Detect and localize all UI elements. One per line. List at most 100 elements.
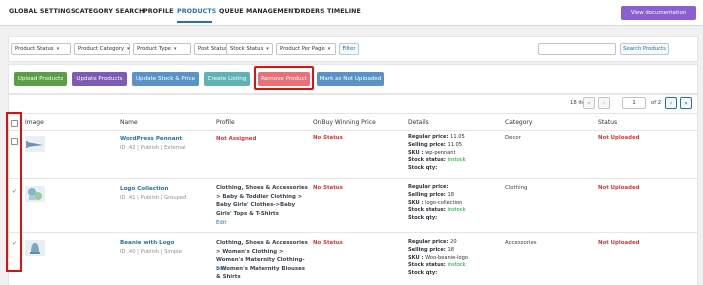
nav-separator: | [214, 8, 217, 15]
last-page-button[interactable]: » [680, 97, 692, 109]
stock-status-value: instock [445, 262, 466, 269]
chevron-down-icon: ▾ [173, 46, 177, 52]
prev-page-button[interactable]: ‹ [598, 97, 610, 109]
search-products-button[interactable]: Search Products [620, 43, 669, 55]
nav-queue-management[interactable]: QUEUE MANAGEMENT [219, 8, 298, 15]
selling-price-label: Selling price: [408, 141, 446, 148]
regular-price: 20 [448, 239, 457, 245]
product-thumbnail [25, 240, 45, 256]
column-header-category: Category [505, 119, 533, 126]
column-header-details: Details [408, 119, 429, 126]
nav-profile[interactable]: PROFILE [143, 8, 173, 15]
regular-price: 11.05 [448, 134, 465, 140]
product-meta: ID :41 | Publish | Grouped [120, 195, 187, 201]
update-stock-price-button[interactable]: Update Stock & Price [132, 72, 199, 86]
highlight-box [254, 66, 314, 90]
filter-label: Product Per Page [280, 46, 325, 52]
filter-button[interactable]: Filter [339, 43, 359, 55]
edit-profile-link[interactable]: Edit [216, 220, 226, 226]
nav-orders[interactable]: ORDERS [295, 8, 325, 15]
nav-separator: | [137, 8, 140, 15]
onbuy-status: No Status [313, 135, 343, 141]
top-navigation: GLOBAL SETTINGS | CATEGORY SEARCH | PROF… [0, 0, 703, 26]
product-meta: ID :42 | Publish | External [120, 145, 186, 151]
chevron-down-icon: ▾ [327, 46, 331, 52]
product-category-filter[interactable]: Product Category ▾ [74, 43, 130, 55]
table-divider [8, 232, 698, 233]
regular-price-label: Regular price: [408, 134, 449, 140]
highlight-box [6, 112, 22, 272]
nav-category-search[interactable]: CATEGORY SEARCH [75, 8, 144, 15]
product-per-page-filter[interactable]: Product Per Page ▾ [276, 43, 336, 55]
sku-label: SKU : [408, 199, 424, 206]
beanie-image [30, 243, 40, 254]
nav-global-settings[interactable]: GLOBAL SETTINGS [9, 8, 76, 15]
nav-timeline[interactable]: TIMELINE [327, 8, 361, 15]
next-page-button[interactable]: › [665, 97, 677, 109]
sku-value: Woo-beanie-logo [423, 254, 468, 261]
stock-status-filter[interactable]: Stock Status ▾ [226, 43, 273, 55]
nav-separator: | [322, 8, 325, 15]
stock-status-value: instock [445, 207, 466, 214]
column-header-status: Status [598, 119, 618, 126]
selling-price-label: Selling price: [408, 246, 446, 253]
product-name-link[interactable]: WordPress Pennant [120, 136, 182, 142]
product-type-filter[interactable]: Product Type ▾ [133, 43, 191, 55]
column-header-name[interactable]: Name [120, 119, 138, 126]
table-divider [8, 178, 698, 179]
stock-status-label: Stock status: [408, 157, 446, 164]
pennant-image [26, 141, 43, 148]
sku-value: wp-pennant [423, 149, 456, 156]
update-products-button[interactable]: Update Products [72, 72, 127, 86]
chevron-down-icon: ▾ [127, 46, 130, 52]
chevron-down-icon: ▾ [56, 46, 60, 52]
product-profile: Clothing, Shoes & Accessories > Baby & T… [216, 185, 308, 217]
sku-value: logo-collection [423, 199, 463, 206]
current-page-input[interactable]: 1 [622, 97, 646, 109]
selling-price-label: Selling price: [408, 191, 446, 198]
filter-label: Product Type [137, 46, 171, 52]
product-category: Decor [505, 135, 521, 141]
product-name-link[interactable]: Beanie with Logo [120, 240, 174, 246]
product-status-filter[interactable]: Product Status ▾ [11, 43, 71, 55]
upload-status: Not Uploaded [598, 135, 640, 141]
stock-status-label: Stock status: [408, 207, 446, 214]
selling-price: 11.05 [445, 141, 463, 148]
product-details: Regular price: 11.05 Selling price: 11.0… [408, 134, 466, 173]
product-thumbnail [25, 136, 45, 152]
edit-profile-link[interactable]: Edit [216, 266, 226, 272]
selling-price: 18 [445, 246, 454, 253]
product-details: Regular price: 20 Selling price: 18 SKU … [408, 239, 468, 278]
upload-status: Not Uploaded [598, 185, 640, 191]
view-documentation-button[interactable]: View documentation [621, 6, 696, 20]
regular-price-label: Regular price: [408, 184, 449, 190]
filter-label: Stock Status [230, 46, 264, 52]
selling-price: 18 [445, 191, 454, 198]
stock-status-label: Stock status: [408, 262, 446, 269]
sku-label: SKU : [408, 254, 424, 261]
product-meta: ID :40 | Publish | Simple [120, 249, 182, 255]
stock-qty-label: Stock qty: [408, 270, 438, 277]
product-thumbnail [25, 186, 45, 202]
search-input[interactable] [538, 43, 616, 55]
nav-separator: | [172, 8, 175, 15]
filter-label: Post Status [198, 46, 228, 52]
total-pages: of 2 [651, 100, 662, 106]
mark-as-not-uploaded-button[interactable]: Mark as Not Uploaded [317, 72, 384, 86]
upload-status: Not Uploaded [598, 240, 640, 246]
sku-label: SKU : [408, 149, 424, 156]
stock-qty-label: Stock qty: [408, 165, 438, 172]
stock-qty-label: Stock qty: [408, 215, 438, 222]
upload-products-button[interactable]: Upload Products [14, 72, 67, 86]
nav-products[interactable]: PRODUCTS [177, 8, 216, 15]
product-category: Accessories [505, 240, 537, 246]
create-listing-button[interactable]: Create Listing [204, 72, 250, 86]
product-name-link[interactable]: Logo Collection [120, 186, 169, 192]
active-tab-underline [177, 21, 212, 23]
table-divider [8, 130, 698, 131]
first-page-button[interactable]: « [583, 97, 595, 109]
onbuy-status: No Status [313, 185, 343, 191]
filter-label: Product Category [78, 46, 124, 52]
column-header-onbuy-winning-price: OnBuy Winning Price [313, 119, 376, 126]
stock-status-value: instock [445, 157, 466, 164]
